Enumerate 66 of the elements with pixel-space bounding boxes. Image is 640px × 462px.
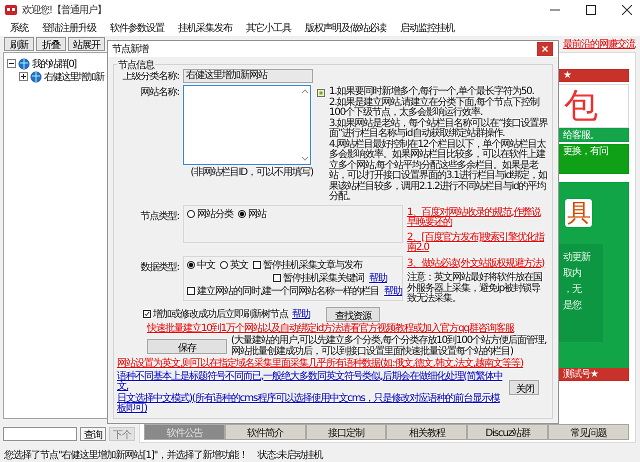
tree-item[interactable]: 右健这里增加新 <box>44 70 104 84</box>
name-textarea[interactable] <box>183 85 311 165</box>
ad-text: 动更新 <box>563 250 592 265</box>
collapse-icon[interactable] <box>7 59 16 68</box>
menu-item[interactable]: 版权声明及做站必读 <box>305 21 386 35</box>
notice-link[interactable]: 网站设置为英文,则可以在指定域名采集里面采集几乎所有语种数据(如:俄文,德文,韩文,法文,越南文等等) <box>117 359 524 370</box>
status-state: 状态:未启动挂机 <box>257 448 323 462</box>
help-link[interactable]: 帮助 <box>384 286 402 296</box>
radio-option[interactable]: 网站分类 <box>187 208 233 220</box>
note-icon <box>317 89 325 97</box>
tree-item[interactable]: 我的站群[0] <box>32 56 76 70</box>
tab[interactable]: Discuz站群 <box>467 424 548 440</box>
notice-link[interactable]: 3、做站必读(外文站版权规避方法) <box>407 258 549 269</box>
checkbox-option[interactable]: 建立网站的同时,建一个同网站名称一样的栏目 <box>187 286 380 296</box>
toolbar-button[interactable]: 站展开 <box>68 37 105 51</box>
note-text: (大量建站的用户,可以先建立多个分类,每个分类存放10到100个站方便后面管理,网站批量创建成功后，可以到接口设置里面快速批量设置每个站的栏目) <box>231 336 548 357</box>
window-title: 欢迎您!【普通用户】 <box>22 4 106 17</box>
tab[interactable]: 软件简介 <box>224 424 306 440</box>
help-link[interactable]: 帮助 <box>292 307 310 321</box>
globe-icon <box>30 70 42 82</box>
checkbox-option[interactable]: 暂停挂机采集文章与发布 <box>253 260 362 270</box>
menu-item[interactable]: 挂机采集发布 <box>178 21 232 35</box>
field-label: 节点类型: <box>140 210 179 222</box>
find-button[interactable]: 查找资源 <box>326 306 380 322</box>
notice-link[interactable]: 1、百度对网站收录的规范,作弊说早晚要还的 <box>407 208 549 228</box>
menu-item[interactable]: 软件参数设置 <box>110 21 164 35</box>
radio-option[interactable]: 中文 <box>187 260 215 270</box>
checkbox-option[interactable]: 暂停挂机采集关键词 <box>273 272 364 284</box>
menu-item[interactable]: 登陆注册升级 <box>42 21 96 35</box>
app-icon <box>5 5 17 15</box>
toolbar-button[interactable]: 折叠 <box>36 37 66 51</box>
search-button[interactable]: 查询 <box>80 427 106 441</box>
info-link[interactable]: 日文选择中文模式)(所有语种的cms程序可以选择使用中文cms，只是修改对应语种的前台显示模板即可) <box>117 394 505 414</box>
tab[interactable]: 接口定制 <box>306 424 386 440</box>
help-link[interactable]: 帮助 <box>369 272 387 284</box>
toolbar-button[interactable]: 刷新 <box>4 37 34 51</box>
menu-item[interactable]: 系统 <box>10 21 28 35</box>
tab[interactable]: 相关教程 <box>386 424 468 440</box>
dialog-title: 节点新增 <box>112 42 148 56</box>
field-label: 数据类型: <box>140 260 179 274</box>
field-label: 网站名称: <box>140 86 179 99</box>
radio-option[interactable]: 英文 <box>220 260 248 270</box>
ad-text: 是您 <box>563 299 582 313</box>
menu-item[interactable]: 其它小工具 <box>246 21 291 35</box>
ad-text: ，无 <box>563 283 582 297</box>
notice-link[interactable]: 2、[百度官方发布]搜索引擎优化指南2.0 <box>407 232 549 254</box>
tab[interactable]: 常见问题 <box>548 424 629 440</box>
parent-field: 右健这里增加新网站 <box>183 69 313 83</box>
radio-option[interactable]: 网站 <box>238 208 266 220</box>
close-button[interactable]: 关闭 <box>509 380 539 394</box>
search-field[interactable] <box>3 427 77 441</box>
ticker-link[interactable]: 最前沿的网赚交流 <box>563 37 636 51</box>
globe-icon <box>18 58 30 70</box>
notice-link[interactable]: 快速批量建立10到1万个网站以及自动绑定id方法请看官方视频教程或加入官方qq群咨询客服 <box>147 324 514 334</box>
save-button[interactable]: 保存 <box>147 339 227 354</box>
note-text: 注意：英文网站最好将软件放在国外服务器上采集，避免ip被封锁导致无法采集。 <box>407 273 543 304</box>
ad-headline: 具 <box>565 199 592 227</box>
ad-text: 取内 <box>563 266 582 281</box>
group-title: 节点信息 <box>117 58 155 72</box>
hint-text: (非网站栏目ID，可以不用填写) <box>190 167 313 178</box>
expand-icon[interactable] <box>19 72 28 81</box>
menu-item[interactable]: 启动监控挂机 <box>400 21 454 35</box>
close-icon[interactable] <box>622 5 632 15</box>
maximize-icon[interactable] <box>586 5 596 15</box>
checkbox-option[interactable]: 增加或修改成功后立即刷新树节点 <box>143 307 288 321</box>
status-message: 您选择了节点"右健这里增加新网站[1]"，并选择了新增功能！ <box>4 448 248 462</box>
